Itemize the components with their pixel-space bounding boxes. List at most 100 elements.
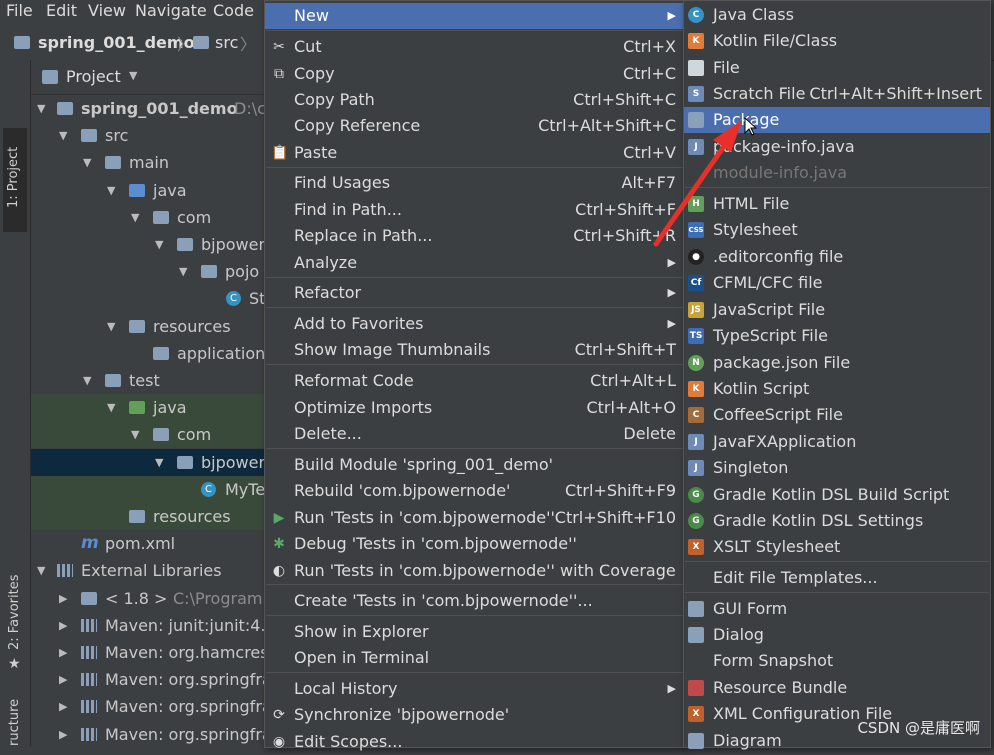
context-menu-item[interactable]: Copy Path Ctrl+Shift+C <box>265 87 684 113</box>
menu-edit[interactable]: Edit <box>46 0 77 22</box>
expand-arrow-icon[interactable]: ▼ <box>83 149 91 176</box>
collapse-arrow-icon[interactable]: ▶ <box>59 612 67 639</box>
context-menu-item[interactable]: ✱ Debug 'Tests in 'com.bjpowernode'' <box>265 531 684 557</box>
new-submenu-item[interactable]: K Kotlin File/Class <box>684 28 990 54</box>
context-menu-item[interactable]: Build Module 'spring_001_demo' <box>265 452 684 478</box>
new-submenu-item[interactable]: H HTML File <box>684 191 990 217</box>
context-menu-item[interactable]: ◐ Run 'Tests in 'com.bjpowernode'' with C… <box>265 558 684 584</box>
new-submenu-item[interactable]: G Gradle Kotlin DSL Build Script <box>684 482 990 508</box>
context-menu-item[interactable]: Open in Terminal <box>265 645 684 671</box>
collapse-arrow-icon[interactable]: ▶ <box>59 639 67 666</box>
tree-row[interactable]: ▼ test <box>31 367 271 394</box>
menu-file[interactable]: File <box>6 0 33 22</box>
new-submenu-item[interactable]: G Gradle Kotlin DSL Settings <box>684 508 990 534</box>
context-menu-item[interactable]: Create 'Tests in 'com.bjpowernode''... <box>265 588 684 614</box>
tree-row[interactable]: applicationC <box>31 340 271 367</box>
expand-arrow-icon[interactable]: ▼ <box>179 258 187 285</box>
tab-structure-label[interactable]: ructure <box>7 699 22 746</box>
new-submenu-item[interactable]: CSS Stylesheet <box>684 217 990 243</box>
collapse-arrow-icon[interactable]: ▶ <box>59 666 67 693</box>
new-submenu-item[interactable]: C Java Class <box>684 2 990 28</box>
new-submenu-item[interactable]: Dialog <box>684 622 990 648</box>
tree-row[interactable]: ▼ bjpowern <box>31 448 271 476</box>
expand-arrow-icon[interactable]: ▼ <box>107 394 115 421</box>
expand-arrow-icon[interactable]: ▼ <box>155 231 163 258</box>
tree-row[interactable]: ▼ src <box>31 122 271 149</box>
context-menu-item[interactable]: Replace in Path... Ctrl+Shift+R <box>265 223 684 249</box>
tab-project[interactable]: 1: Project <box>3 128 27 232</box>
new-submenu-item[interactable]: Form Snapshot <box>684 648 990 674</box>
expand-arrow-icon[interactable]: ▼ <box>107 177 115 204</box>
new-submenu-item[interactable]: J JavaFXApplication <box>684 429 990 455</box>
context-menu-item[interactable]: Find Usages Alt+F7 <box>265 170 684 196</box>
tree-row[interactable]: ▼ main <box>31 149 271 176</box>
new-submenu-item[interactable]: C CoffeeScript File <box>684 402 990 428</box>
tree-row[interactable]: ▼ External Libraries <box>31 557 271 584</box>
expand-arrow-icon[interactable]: ▼ <box>83 367 91 394</box>
new-submenu-item[interactable]: GUI Form <box>684 596 990 622</box>
context-menu-item[interactable]: Local History ▶ <box>265 676 684 702</box>
expand-arrow-icon[interactable]: ▼ <box>107 313 115 340</box>
new-submenu-item[interactable]: Jpackage-info.java <box>684 134 990 160</box>
context-menu-item[interactable]: Copy Reference Ctrl+Alt+Shift+C <box>265 113 684 139</box>
new-submenu-item[interactable]: K Kotlin Script <box>684 376 990 402</box>
context-menu-item[interactable]: Show Image Thumbnails Ctrl+Shift+T <box>265 337 684 363</box>
tree-row[interactable]: ▼ pojo <box>31 258 271 285</box>
context-menu-item[interactable]: Show in Explorer <box>265 619 684 645</box>
tree-row[interactable]: m pom.xml <box>31 530 271 557</box>
menu-view[interactable]: View <box>88 0 126 22</box>
tree-row[interactable]: ▶ Maven: org.springfran <box>31 721 271 748</box>
collapse-arrow-icon[interactable]: ▶ <box>59 721 67 748</box>
new-submenu-item[interactable]: Npackage.json File <box>684 350 990 376</box>
tree-row[interactable]: ▼ java <box>31 177 271 204</box>
context-menu-item[interactable]: ◉ Edit Scopes... <box>265 729 684 755</box>
new-submenu-item[interactable]: Cf CFML/CFC file <box>684 270 990 296</box>
context-menu-item[interactable]: Delete... Delete <box>265 421 684 447</box>
dropdown-icon[interactable]: ▼ <box>129 69 137 82</box>
breadcrumb-project[interactable]: spring_001_demo <box>38 33 195 52</box>
tree-row[interactable]: ▼ com <box>31 204 271 231</box>
context-menu-item[interactable]: ✂ Cut Ctrl+X <box>265 34 684 60</box>
collapse-arrow-icon[interactable]: ▶ <box>59 693 67 720</box>
new-submenu-item[interactable]: TS TypeScript File <box>684 323 990 349</box>
tree-row[interactable]: ▶ Maven: junit:junit:4.11 <box>31 612 271 639</box>
context-menu-item[interactable]: Analyze ▶ <box>265 250 684 276</box>
new-submenu-item[interactable]: Package <box>684 107 990 133</box>
context-menu-item[interactable]: New ▶ <box>265 3 684 29</box>
breadcrumb-src[interactable]: src <box>215 33 238 52</box>
expand-arrow-icon[interactable]: ▼ <box>59 122 67 149</box>
context-menu-item[interactable]: Find in Path... Ctrl+Shift+F <box>265 197 684 223</box>
tree-row[interactable]: ▼spring_001_demoD:\cou <box>31 95 271 122</box>
tree-row[interactable]: ▶ Maven: org.hamcrest:h <box>31 639 271 666</box>
new-submenu-item[interactable]: X XSLT Stylesheet <box>684 534 990 560</box>
context-menu-item[interactable]: ⟳ Synchronize 'bjpowernode' <box>265 702 684 728</box>
context-menu-item[interactable]: Add to Favorites ▶ <box>265 311 684 337</box>
tree-row[interactable]: ▶ < 1.8 > C:\Program Fi <box>31 585 271 612</box>
new-submenu-item[interactable]: ● .editorconfig file <box>684 244 990 270</box>
new-submenu-item[interactable]: File <box>684 55 990 81</box>
expand-arrow-icon[interactable]: ▼ <box>37 95 45 122</box>
context-menu-item[interactable]: Rebuild 'com.bjpowernode' Ctrl+Shift+F9 <box>265 478 684 504</box>
tree-row[interactable]: ▼ java <box>31 394 271 422</box>
tree-row[interactable]: ▶ Maven: org.springfran <box>31 666 271 693</box>
menu-code[interactable]: Code <box>213 0 254 22</box>
tree-row[interactable]: CStu <box>31 285 271 312</box>
new-submenu-item[interactable]: Resource Bundle <box>684 675 990 701</box>
context-menu-item[interactable]: Refactor ▶ <box>265 280 684 306</box>
tab-favorites-label[interactable]: 2: Favorites <box>7 574 22 650</box>
tree-row[interactable]: C MyTe <box>31 475 271 503</box>
context-menu-item[interactable]: ⧉ Copy Ctrl+C <box>265 61 684 87</box>
context-menu-item[interactable]: ▶ Run 'Tests in 'com.bjpowernode'' Ctrl+Sh… <box>265 505 684 531</box>
expand-arrow-icon[interactable]: ▼ <box>131 421 139 448</box>
collapse-arrow-icon[interactable]: ▶ <box>59 585 67 612</box>
tree-row[interactable]: ▼ com <box>31 421 271 449</box>
context-menu-item[interactable]: Optimize Imports Ctrl+Alt+O <box>265 395 684 421</box>
context-menu-item[interactable]: 📋 Paste Ctrl+V <box>265 140 684 166</box>
new-submenu-item[interactable]: Edit File Templates... <box>684 565 990 591</box>
menu-navigate[interactable]: Navigate <box>135 0 207 22</box>
tree-row[interactable]: resources <box>31 503 271 530</box>
expand-arrow-icon[interactable]: ▼ <box>131 204 139 231</box>
new-submenu-item[interactable]: J Singleton <box>684 455 990 481</box>
tree-row[interactable]: ▼ resources <box>31 313 271 340</box>
tree-row[interactable]: ▶ Maven: org.springfran <box>31 693 271 720</box>
